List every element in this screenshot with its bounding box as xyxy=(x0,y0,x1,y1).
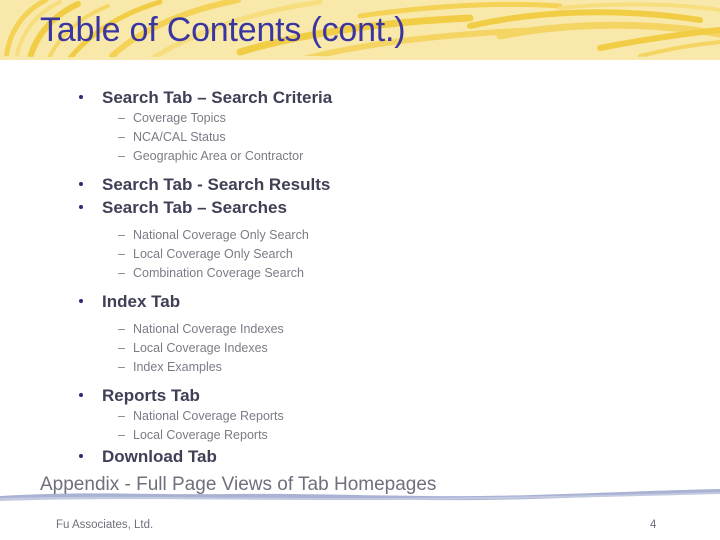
outline-item-level2: – National Coverage Indexes xyxy=(0,320,720,339)
wave-divider-icon xyxy=(0,489,720,501)
outline-item-level1: Reports Tab xyxy=(0,384,720,407)
outline-item-level1: Download Tab xyxy=(0,445,720,468)
outline-item-level2: – Coverage Topics xyxy=(0,109,720,128)
outline-item-level1: Search Tab – Search Criteria xyxy=(0,86,720,109)
footer-divider xyxy=(0,486,720,504)
outline-item-label: Download Tab xyxy=(102,447,217,466)
dash-bullet-icon: – xyxy=(118,247,125,261)
bullet-dot-icon xyxy=(79,393,83,397)
dash-bullet-icon: – xyxy=(118,228,125,242)
outline-item-level1: Search Tab – Searches xyxy=(0,196,720,219)
outline-subitem-label: Geographic Area or Contractor xyxy=(133,149,304,163)
outline-item-level1: Search Tab - Search Results xyxy=(0,173,720,196)
outline-subitem-label: Local Coverage Only Search xyxy=(133,247,293,261)
slide-header-band: Table of Contents (cont.) xyxy=(0,0,720,60)
page-title: Table of Contents (cont.) xyxy=(40,11,406,49)
dash-bullet-icon: – xyxy=(118,266,125,280)
outline-item-level2: – National Coverage Reports xyxy=(0,407,720,426)
outline-subitem-label: Coverage Topics xyxy=(133,111,226,125)
outline-item-level1: Index Tab xyxy=(0,290,720,313)
outline-item-label: Search Tab – Search Criteria xyxy=(102,88,333,107)
outline-subitem-label: Combination Coverage Search xyxy=(133,266,304,280)
dash-bullet-icon: – xyxy=(118,360,125,374)
bullet-dot-icon xyxy=(79,454,83,458)
outline-subitem-label: NCA/CAL Status xyxy=(133,130,226,144)
outline-item-level2: – Local Coverage Indexes xyxy=(0,339,720,358)
page-number: 4 xyxy=(650,519,657,531)
outline-item-level2: – Index Examples xyxy=(0,358,720,377)
outline-content: Search Tab – Search Criteria – Coverage … xyxy=(0,86,720,498)
outline-item-level2: – Geographic Area or Contractor xyxy=(0,147,720,166)
outline-subitem-label: National Coverage Reports xyxy=(133,409,284,423)
dash-bullet-icon: – xyxy=(118,149,125,163)
dash-bullet-icon: – xyxy=(118,322,125,336)
footer-company: Fu Associates, Ltd. xyxy=(56,519,154,531)
outline-subitem-label: National Coverage Only Search xyxy=(133,228,309,242)
dash-bullet-icon: – xyxy=(118,111,125,125)
outline-item-label: Search Tab - Search Results xyxy=(102,175,331,194)
outline-subitem-label: Local Coverage Indexes xyxy=(133,341,268,355)
outline-subitem-label: Local Coverage Reports xyxy=(133,428,268,442)
dash-bullet-icon: – xyxy=(118,428,125,442)
bullet-dot-icon xyxy=(79,95,83,99)
bullet-dot-icon xyxy=(79,299,83,303)
outline-subitem-label: Index Examples xyxy=(133,360,222,374)
outline-item-level2: – National Coverage Only Search xyxy=(0,226,720,245)
outline-item-label: Reports Tab xyxy=(102,386,200,405)
outline-subitem-label: National Coverage Indexes xyxy=(133,322,284,336)
bullet-dot-icon xyxy=(79,182,83,186)
dash-bullet-icon: – xyxy=(118,409,125,423)
outline-item-level2: – Local Coverage Reports xyxy=(0,426,720,445)
dash-bullet-icon: – xyxy=(118,130,125,144)
outline-item-level2: – Local Coverage Only Search xyxy=(0,245,720,264)
outline-item-level2: – NCA/CAL Status xyxy=(0,128,720,147)
outline-item-label: Index Tab xyxy=(102,292,181,311)
slide: Table of Contents (cont.) Search Tab – S… xyxy=(0,0,720,540)
outline-item-level2: – Combination Coverage Search xyxy=(0,264,720,283)
dash-bullet-icon: – xyxy=(118,341,125,355)
outline-item-label: Search Tab – Searches xyxy=(102,198,287,217)
bullet-dot-icon xyxy=(79,205,83,209)
